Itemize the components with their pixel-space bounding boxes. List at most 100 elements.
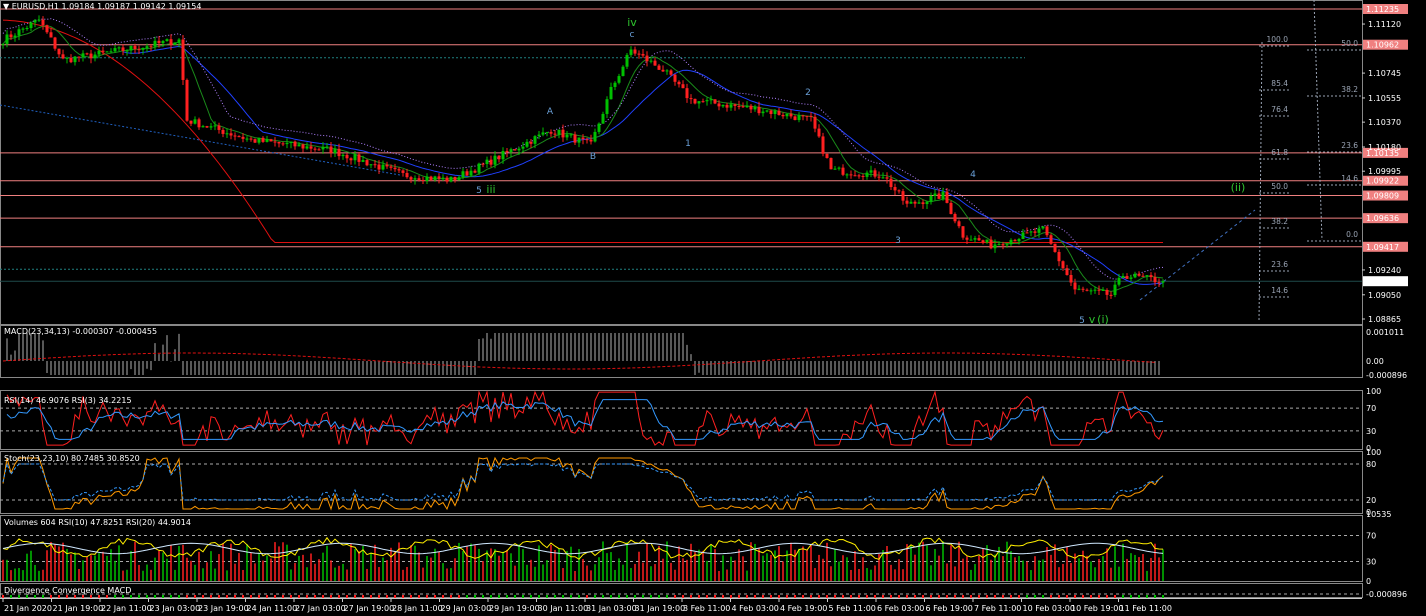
candle-body: [757, 106, 761, 114]
candle: [817, 124, 821, 138]
candle: [1013, 238, 1017, 242]
candle-body: [677, 81, 681, 85]
dcm-bar: [114, 595, 116, 598]
candle-body: [793, 116, 797, 121]
candle-body: [917, 202, 921, 204]
candle: [621, 65, 625, 77]
candle: [1041, 226, 1045, 230]
candle-body: [45, 25, 49, 33]
price-chart[interactable]: 1.112351.109621.101351.099221.098091.096…: [0, 0, 1426, 616]
candle-body: [125, 50, 129, 52]
candle-body: [909, 201, 913, 204]
candle-body: [101, 50, 105, 52]
candle-body: [657, 65, 661, 70]
candle-body: [537, 134, 541, 137]
candle-body: [1157, 282, 1161, 284]
candle-body: [469, 170, 473, 176]
candle-body: [737, 105, 741, 107]
wave-label: 5: [1079, 316, 1085, 326]
candle: [925, 201, 929, 210]
time-label: 21 Jan 2020: [4, 604, 52, 613]
candle: [225, 128, 229, 138]
candle-body: [169, 39, 173, 45]
candle-body: [1141, 275, 1145, 277]
candle: [173, 42, 177, 46]
dcm-bar: [818, 595, 820, 598]
candle-body: [381, 164, 385, 170]
candle-body: [349, 158, 353, 161]
dcm-bar: [858, 595, 860, 598]
candle: [153, 36, 157, 51]
mt4-chart-window[interactable]: 1.11235 1.10962 1.10135 1.09922 1.09809 1.096…: [0, 0, 1426, 616]
candle: [1121, 273, 1125, 278]
dcm-bar: [1122, 595, 1124, 598]
dcm-bar: [618, 595, 620, 598]
time-label: 29 Jan 19:00: [489, 604, 540, 613]
candle-body: [745, 105, 749, 108]
candle: [85, 52, 89, 56]
dcm-bar: [850, 595, 852, 598]
candle-body: [557, 129, 561, 135]
dcm-bar: [594, 595, 596, 598]
candle-body: [329, 146, 333, 154]
candle-body: [477, 163, 481, 173]
dcm-bar: [322, 595, 324, 598]
candle: [261, 136, 265, 143]
dcm-bar: [458, 595, 460, 598]
time-label: 6 Feb 19:00: [926, 604, 973, 613]
candle: [269, 138, 273, 142]
dcm-bar: [906, 595, 908, 598]
candle-body: [425, 176, 429, 181]
candle-body: [465, 171, 469, 176]
candle: [1145, 274, 1149, 281]
candle-body: [37, 19, 41, 21]
dcm-bar: [410, 595, 412, 598]
candle-body: [981, 240, 985, 243]
candle-body: [1097, 289, 1101, 291]
dcm-bar: [610, 595, 612, 598]
macd-scale-label: -0.000896: [1366, 371, 1407, 380]
candle-body: [321, 146, 325, 150]
candle-body: [1093, 289, 1097, 291]
dcm-bar: [42, 595, 44, 598]
candle: [221, 127, 225, 138]
candle-body: [1041, 226, 1045, 229]
candle: [381, 160, 385, 171]
candle: [869, 165, 873, 178]
candle-body: [1089, 290, 1093, 292]
candle-body: [693, 98, 697, 104]
candle-body: [801, 115, 805, 117]
fib-vertical: [1258, 41, 1263, 323]
candle: [341, 153, 345, 160]
candle: [1113, 280, 1117, 298]
wave-label: 5: [476, 186, 482, 196]
candle-body: [965, 237, 969, 240]
candle: [949, 200, 953, 215]
price-tick-label: 1.09240: [1368, 266, 1401, 275]
candle-body: [577, 137, 581, 143]
candle-body: [505, 151, 509, 153]
candle-body: [413, 178, 417, 180]
dcm-bar: [362, 595, 364, 598]
candle-body: [789, 113, 793, 117]
candle: [725, 102, 729, 112]
candle: [105, 50, 109, 53]
candle: [485, 156, 489, 168]
candle: [317, 147, 321, 151]
price-tick-label: 1.08865: [1368, 315, 1401, 324]
dcm-bar: [714, 595, 716, 598]
dcm-bar: [346, 595, 348, 598]
candle: [73, 55, 77, 66]
candle: [861, 173, 865, 181]
fib-right-label: 50.0: [1341, 39, 1358, 48]
dcm-bar: [1050, 595, 1052, 598]
dcm-bar: [218, 595, 220, 598]
collapse-triangle-icon[interactable]: ▼: [3, 2, 9, 11]
price-tick-label: 1.09050: [1368, 291, 1401, 300]
candle-body: [825, 153, 829, 158]
dcm-bar: [298, 595, 300, 598]
candle-body: [953, 213, 957, 222]
dcm-bar: [922, 595, 924, 598]
candle-body: [41, 19, 45, 26]
time-label: 30 Jan 11:00: [538, 604, 589, 613]
